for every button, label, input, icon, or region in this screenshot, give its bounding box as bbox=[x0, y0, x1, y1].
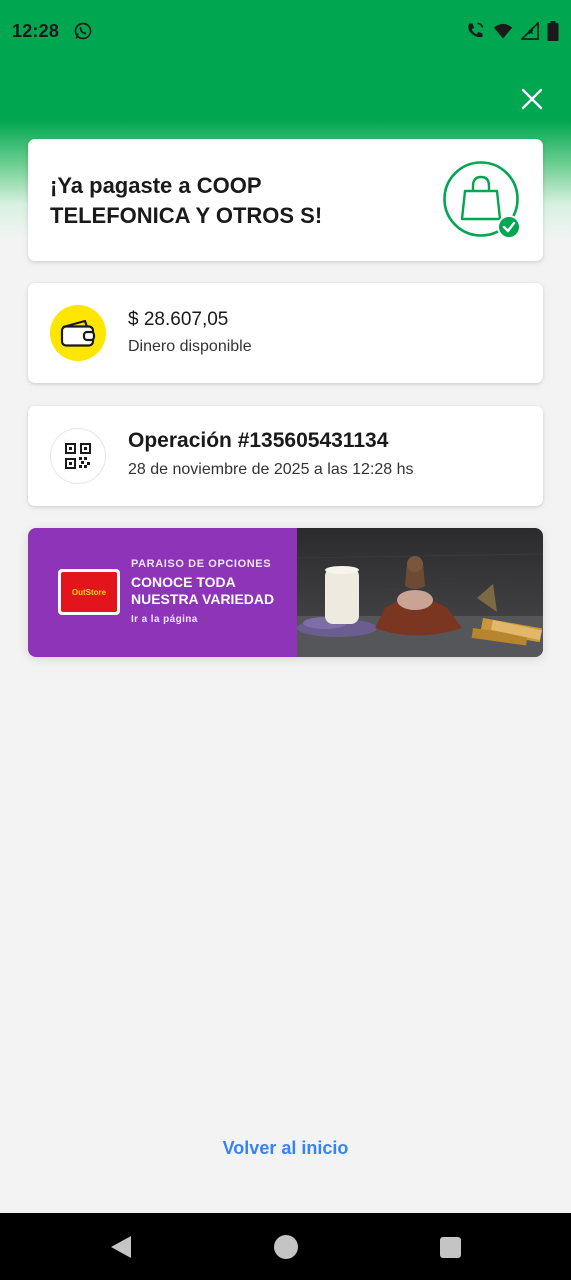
wallet-icon bbox=[60, 319, 96, 347]
promo-banner[interactable]: OutStore PARAISO DE OPCIONES CONOCE TODA… bbox=[28, 528, 543, 657]
wallet-icon-circle bbox=[50, 305, 106, 361]
banner-text-panel: OutStore PARAISO DE OPCIONES CONOCE TODA… bbox=[28, 528, 297, 657]
store-logo: OutStore bbox=[58, 569, 120, 615]
balance-card: $ 28.607,05 Dinero disponible bbox=[28, 283, 543, 383]
banner-headline: CONOCE TODA NUESTRA VARIEDAD bbox=[131, 574, 275, 607]
battery-icon bbox=[547, 21, 559, 41]
status-bar: 12:28 bbox=[0, 0, 571, 62]
success-title: ¡Ya pagaste a COOP TELEFONICA Y OTROS S! bbox=[50, 173, 323, 228]
close-icon bbox=[521, 88, 543, 110]
back-to-home-link[interactable]: Volver al inicio bbox=[0, 1138, 571, 1159]
navigation-bar bbox=[0, 1213, 571, 1280]
banner-kicker: PARAISO DE OPCIONES bbox=[131, 558, 272, 570]
banner-link[interactable]: Ir a la página bbox=[131, 614, 198, 625]
recents-square-icon[interactable] bbox=[440, 1237, 461, 1258]
whatsapp-icon bbox=[74, 22, 92, 40]
payment-success-card: ¡Ya pagaste a COOP TELEFONICA Y OTROS S! bbox=[28, 139, 543, 261]
balance-amount: $ 28.607,05 bbox=[128, 309, 229, 330]
balance-label: Dinero disponible bbox=[128, 338, 252, 355]
store-logo-text: OutStore bbox=[71, 587, 107, 597]
qr-code-icon bbox=[65, 443, 91, 469]
status-time: 12:28 bbox=[12, 20, 60, 41]
operation-card: Operación #135605431134 28 de noviembre … bbox=[28, 406, 543, 506]
home-circle-icon[interactable] bbox=[274, 1235, 298, 1259]
close-button[interactable] bbox=[516, 83, 548, 115]
operation-number: Operación #135605431134 bbox=[128, 429, 389, 452]
signal-icon bbox=[521, 22, 539, 40]
wifi-call-icon bbox=[468, 22, 484, 38]
qr-icon-circle bbox=[50, 428, 106, 484]
banner-photo bbox=[296, 528, 543, 657]
status-icons bbox=[465, 21, 559, 41]
operation-date: 28 de noviembre de 2025 a las 12:28 hs bbox=[128, 461, 414, 478]
wifi-icon bbox=[493, 23, 513, 39]
shopping-bag-check-icon bbox=[443, 161, 521, 239]
back-triangle-icon[interactable] bbox=[109, 1235, 133, 1259]
